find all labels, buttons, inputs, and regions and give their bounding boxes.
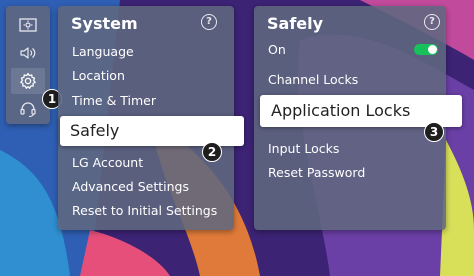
help-icon[interactable]: ? — [201, 14, 217, 30]
category-sidebar — [6, 6, 50, 124]
safely-toggle-switch[interactable] — [414, 44, 438, 55]
settings-category[interactable] — [11, 68, 45, 94]
menu-item-channel-locks[interactable]: Channel Locks — [268, 72, 358, 87]
step-badge-2: 2 — [202, 142, 222, 162]
toggle-knob — [428, 45, 437, 54]
step-badge-3: 3 — [424, 122, 444, 142]
system-menu-panel: System ? Language Location Time & Timer … — [58, 6, 244, 230]
safely-menu-title: Safely — [267, 14, 324, 33]
sound-icon — [20, 47, 36, 59]
safely-menu-panel: Safely ? On Channel Locks Application Lo… — [254, 6, 462, 230]
support-icon — [20, 102, 36, 118]
safely-on-label: On — [268, 42, 286, 57]
menu-item-lg-account[interactable]: LG Account — [72, 155, 143, 170]
picture-icon — [19, 18, 37, 32]
menu-item-location[interactable]: Location — [72, 68, 125, 83]
menu-item-reset-initial-settings[interactable]: Reset to Initial Settings — [72, 203, 217, 218]
menu-item-reset-password[interactable]: Reset Password — [268, 165, 365, 180]
settings-gear-icon — [20, 72, 36, 89]
sound-category[interactable] — [11, 40, 45, 66]
menu-item-safely-selected[interactable]: Safely — [60, 116, 244, 146]
menu-item-time-timer[interactable]: Time & Timer — [72, 93, 156, 108]
menu-item-advanced-settings[interactable]: Advanced Settings — [72, 179, 189, 194]
picture-category[interactable] — [11, 12, 45, 38]
menu-item-language[interactable]: Language — [72, 44, 134, 59]
menu-item-application-locks-label: Application Locks — [271, 101, 411, 120]
help-icon[interactable]: ? — [424, 14, 440, 30]
support-category[interactable] — [11, 96, 45, 122]
menu-item-input-locks[interactable]: Input Locks — [268, 141, 339, 156]
menu-item-safely-label: Safely — [70, 121, 120, 140]
system-menu-title: System — [71, 14, 138, 33]
